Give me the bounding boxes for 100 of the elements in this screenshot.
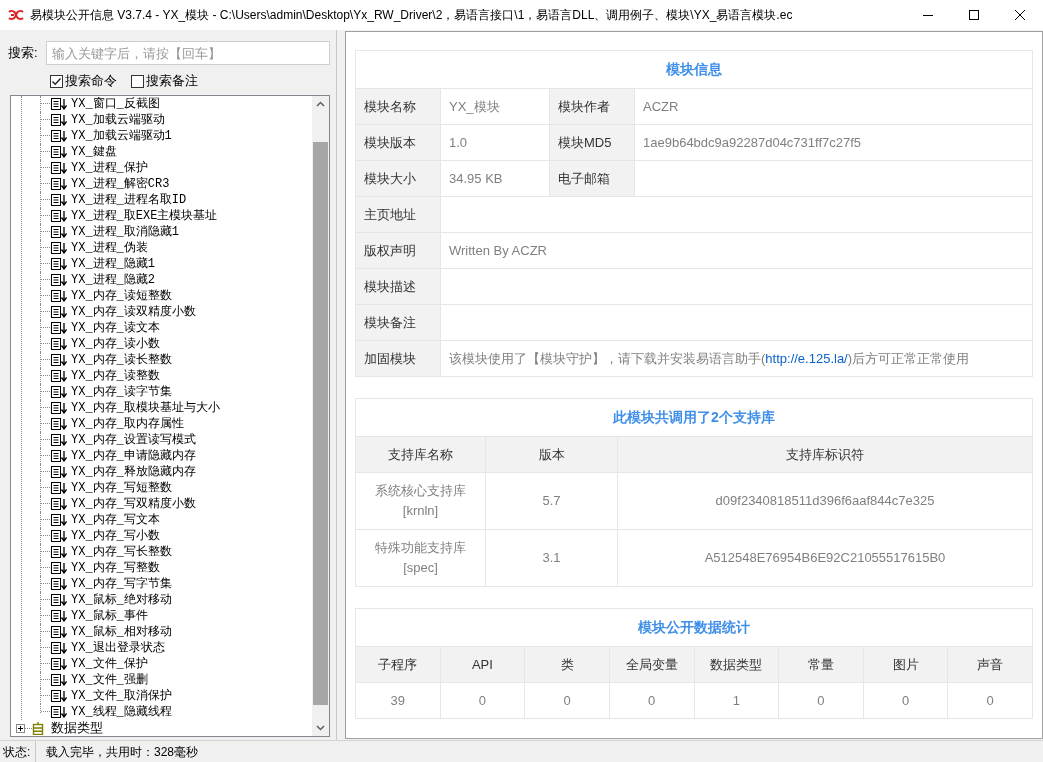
tree-item[interactable]: YX_进程_进程名取ID <box>71 192 187 208</box>
document-arrow-icon <box>51 290 67 302</box>
table-cell: 0 <box>609 682 694 719</box>
tree-item[interactable]: YX_内存_释放隐藏内存 <box>71 464 196 480</box>
document-arrow-icon <box>51 402 67 414</box>
column-header: 数据类型 <box>694 646 779 683</box>
tree-item[interactable]: YX_内存_读小数 <box>71 336 160 352</box>
tree-item[interactable]: YX_进程_伪装 <box>71 240 148 256</box>
field-label: 版权声明 <box>355 232 441 269</box>
tree-item[interactable]: YX_文件_取消保护 <box>71 688 172 704</box>
document-arrow-icon <box>51 242 67 254</box>
document-arrow-icon <box>51 466 67 478</box>
tree-item[interactable]: YX_内存_取内存属性 <box>71 416 184 432</box>
document-arrow-icon <box>51 690 67 702</box>
tree-item[interactable]: YX_鼠标_事件 <box>71 608 148 624</box>
column-header: API <box>440 646 525 683</box>
column-header: 声音 <box>947 646 1033 683</box>
tree-item[interactable]: YX_内存_写双精度小数 <box>71 496 196 512</box>
document-arrow-icon <box>51 562 67 574</box>
column-header: 版本 <box>485 436 618 473</box>
document-arrow-icon <box>51 306 67 318</box>
field-value: Written By ACZR <box>440 232 1033 269</box>
tree-item[interactable]: YX_鼠标_相对移动 <box>71 624 172 640</box>
tree-item[interactable]: YX_进程_隐藏2 <box>71 272 155 288</box>
field-label: 加固模块 <box>355 340 441 377</box>
tree-item[interactable]: YX_内存_写小数 <box>71 528 160 544</box>
tree-item[interactable]: 数据类型 <box>51 720 103 736</box>
tree-item[interactable]: YX_文件_强删 <box>71 672 148 688</box>
checkbox[interactable] <box>131 74 144 88</box>
document-arrow-icon <box>51 578 67 590</box>
tree-item[interactable]: YX_内存_写文本 <box>71 512 160 528</box>
document-arrow-icon <box>51 642 67 654</box>
tree-item[interactable]: YX_内存_读字节集 <box>71 384 172 400</box>
tree-item[interactable]: YX_进程_解密CR3 <box>71 176 170 192</box>
table-cell: 0 <box>778 682 864 719</box>
document-arrow-icon <box>51 226 67 238</box>
tree-item[interactable]: YX_内存_读短整数 <box>71 288 172 304</box>
app-logo-icon <box>8 9 24 21</box>
tree-item[interactable]: YX_内存_读整数 <box>71 368 160 384</box>
document-arrow-icon <box>51 178 67 190</box>
tree-item[interactable]: YX_退出登录状态 <box>71 640 165 656</box>
scrollbar-thumb[interactable] <box>313 142 328 705</box>
tree-item[interactable]: YX_内存_写整数 <box>71 560 160 576</box>
close-icon <box>1015 10 1025 20</box>
field-value: 1ae9b64bdc9a92287d04c731ff7c27f5 <box>634 124 1033 161</box>
document-arrow-icon <box>51 210 67 222</box>
tree-item[interactable]: YX_内存_设置读写模式 <box>71 432 196 448</box>
tree-item[interactable]: YX_内存_写长整数 <box>71 544 172 560</box>
tree-item[interactable]: YX_进程_取消隐藏1 <box>71 224 179 240</box>
document-arrow-icon <box>51 338 67 350</box>
document-arrow-icon <box>51 514 67 526</box>
field-value: 该模块使用了【模块守护】，请下载并安装易语言助手(http://e.125.la/)后方可正常正常使用 <box>440 340 1033 377</box>
document-arrow-icon <box>51 482 67 494</box>
tree-item[interactable]: YX_进程_取EXE主模块基址 <box>71 208 218 224</box>
document-arrow-icon <box>51 706 67 718</box>
tree-item[interactable]: YX_鍵盘 <box>71 144 117 160</box>
link[interactable]: http://e.125.la/ <box>765 350 848 366</box>
tree-item[interactable]: YX_文件_保护 <box>71 656 148 672</box>
table-cell: 0 <box>440 682 525 719</box>
tree-item[interactable]: YX_内存_写短整数 <box>71 480 172 496</box>
field-label: 模块描述 <box>355 268 441 305</box>
column-header: 常量 <box>778 646 864 683</box>
tree-item[interactable]: YX_进程_隐藏1 <box>71 256 155 272</box>
table-cell: 5.7 <box>485 472 618 530</box>
document-arrow-icon <box>51 370 67 382</box>
field-label: 模块备注 <box>355 304 441 341</box>
tree-item[interactable]: YX_加载云端驱动 <box>71 112 165 128</box>
tree-item[interactable]: YX_窗口_反截图 <box>71 96 160 112</box>
window-title: 易模块公开信息 V3.7.4 - YX_模块 - C:\Users\admin\Desktop\Yx_RW_Driver\2，易语言接口\1，易语言DLL、调用例子、模块\YX_易语言模块.ec <box>30 7 793 24</box>
document-arrow-icon <box>51 674 67 686</box>
section-title: 此模块共调用了2个支持库 <box>355 398 1033 437</box>
column-header: 图片 <box>863 646 948 683</box>
document-arrow-icon <box>51 450 67 462</box>
document-arrow-icon <box>51 146 67 158</box>
table-cell: 0 <box>863 682 948 719</box>
tree-item[interactable]: YX_线程_隐藏线程 <box>71 704 172 720</box>
document-arrow-icon <box>51 274 67 286</box>
tree-item[interactable]: YX_内存_写字节集 <box>71 576 172 592</box>
tree-item[interactable]: YX_内存_读长整数 <box>71 352 172 368</box>
tree-item[interactable]: YX_加载云端驱动1 <box>71 128 172 144</box>
document-arrow-icon <box>51 530 67 542</box>
table-cell: 3.1 <box>485 529 618 587</box>
tree-item[interactable]: YX_鼠标_绝对移动 <box>71 592 172 608</box>
tree-item[interactable]: YX_内存_读文本 <box>71 320 160 336</box>
search-field[interactable]: 输入关键字后，请按【回车】 <box>46 41 330 65</box>
expand-icon[interactable] <box>16 723 25 733</box>
column-header: 全局变量 <box>609 646 694 683</box>
tree-item[interactable]: YX_内存_读双精度小数 <box>71 304 196 320</box>
field-label: 模块作者 <box>549 88 635 125</box>
section-title: 模块公开数据统计 <box>355 608 1033 647</box>
tree-item[interactable]: YX_进程_保护 <box>71 160 148 176</box>
checkbox[interactable] <box>50 74 63 88</box>
field-label: 模块版本 <box>355 124 441 161</box>
document-arrow-icon <box>51 258 67 270</box>
status-text: 载入完毕，共用时：328毫秒 <box>46 743 199 761</box>
table-cell: 1 <box>694 682 779 719</box>
document-arrow-icon <box>51 434 67 446</box>
tree-item[interactable]: YX_内存_取模块基址与大小 <box>71 400 220 416</box>
section-title: 模块信息 <box>355 50 1033 89</box>
tree-item[interactable]: YX_内存_申请隐藏内存 <box>71 448 196 464</box>
